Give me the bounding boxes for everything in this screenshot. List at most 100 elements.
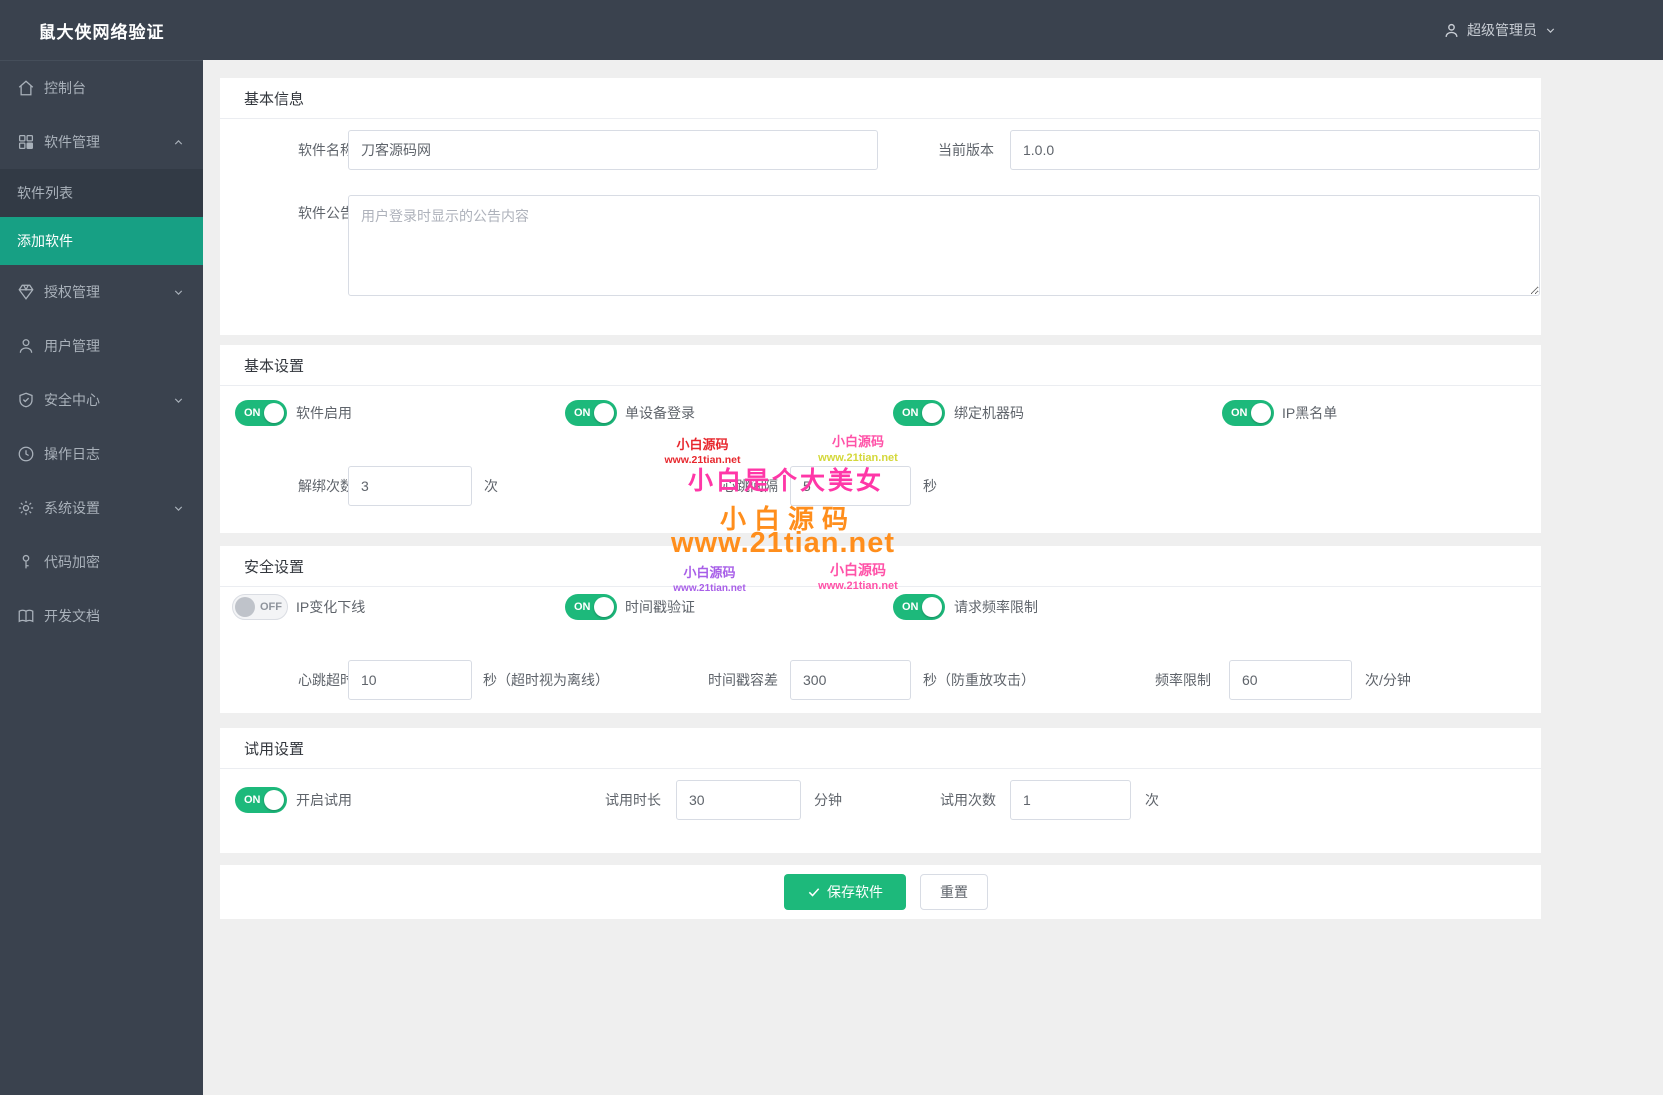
sidebar-item-operation-logs[interactable]: 操作日志 xyxy=(0,427,203,481)
screen: 鼠大侠网络验证 超级管理员 控制台 软件管理 软件列表 添加软件 授权管理 用户… xyxy=(0,0,1663,1095)
sidebar-item-label: 操作日志 xyxy=(44,446,100,462)
toggle-knob xyxy=(1251,403,1271,423)
clock-icon xyxy=(17,445,35,463)
sidebar-item-dev-docs[interactable]: 开发文档 xyxy=(0,589,203,643)
toggle-bind-machine-code[interactable]: ON xyxy=(893,400,945,426)
sidebar-item-label: 用户管理 xyxy=(44,338,100,354)
reset-button[interactable]: 重置 xyxy=(920,874,988,910)
topbar: 鼠大侠网络验证 超级管理员 xyxy=(0,0,1663,60)
basic-info-card: 基本信息 软件名称 当前版本 软件公告 xyxy=(220,78,1541,335)
timestamp-tolerance-input[interactable] xyxy=(790,660,911,700)
apps-grid-icon xyxy=(17,133,35,151)
toggle-label: 开启试用 xyxy=(296,792,352,808)
sidebar-item-system-settings[interactable]: 系统设置 xyxy=(0,481,203,535)
toggle-label: 时间戳验证 xyxy=(625,599,695,615)
sidebar-item-label: 软件管理 xyxy=(44,134,100,150)
sidebar-item-console[interactable]: 控制台 xyxy=(0,61,203,115)
trial-settings-card: 试用设置 ON 开启试用 试用时长 分钟 试用次数 次 xyxy=(220,728,1541,853)
save-software-button[interactable]: 保存软件 xyxy=(784,874,906,910)
software-name-input[interactable] xyxy=(348,130,878,170)
chevron-down-icon xyxy=(1544,24,1557,37)
key-icon xyxy=(17,553,35,571)
sidebar-item-label: 授权管理 xyxy=(44,284,100,300)
trial-duration-label: 试用时长 xyxy=(605,792,661,808)
sidebar-item-label: 安全中心 xyxy=(44,392,100,408)
divider xyxy=(220,118,1541,119)
unbind-times-input[interactable] xyxy=(348,466,472,506)
heartbeat-interval-input[interactable] xyxy=(790,466,911,506)
sidebar-item-security-center[interactable]: 安全中心 xyxy=(0,373,203,427)
rate-limit-label: 频率限制 xyxy=(1155,672,1211,688)
section-title: 安全设置 xyxy=(244,559,305,576)
gear-icon xyxy=(17,499,35,517)
current-version-input[interactable] xyxy=(1010,130,1540,170)
toggle-knob xyxy=(594,597,614,617)
person-icon xyxy=(17,337,35,355)
sidebar-item-code-encryption[interactable]: 代码加密 xyxy=(0,535,203,589)
trial-times-label: 试用次数 xyxy=(940,792,996,808)
sidebar-item-label: 系统设置 xyxy=(44,500,100,516)
toggle-timestamp-verification[interactable]: ON xyxy=(565,594,617,620)
chevron-up-icon xyxy=(172,136,185,149)
section-title: 基本设置 xyxy=(244,358,305,375)
check-icon xyxy=(807,885,821,899)
user-icon xyxy=(1443,22,1460,39)
toggle-label: 单设备登录 xyxy=(625,405,695,421)
heartbeat-timeout-label: 心跳超时 xyxy=(298,672,354,688)
toggle-label: 绑定机器码 xyxy=(954,405,1024,421)
user-menu[interactable]: 超级管理员 xyxy=(1443,0,1557,60)
book-icon xyxy=(17,607,35,625)
sidebar-item-label: 代码加密 xyxy=(44,554,100,570)
toggle-label: IP变化下线 xyxy=(296,599,366,615)
home-icon xyxy=(17,79,35,97)
toggle-label: IP黑名单 xyxy=(1282,405,1338,421)
security-settings-card: 安全设置 OFF IP变化下线 ON 时间戳验证 ON 请求频率限制 心跳超时 … xyxy=(220,546,1541,713)
sidebar-item-software-management[interactable]: 软件管理 xyxy=(0,115,203,169)
heartbeat-timeout-input[interactable] xyxy=(348,660,472,700)
trial-duration-input[interactable] xyxy=(676,780,801,820)
toggle-knob xyxy=(264,403,284,423)
toggle-knob xyxy=(922,403,942,423)
sidebar: 控制台 软件管理 软件列表 添加软件 授权管理 用户管理 安全中心 操作日志 系… xyxy=(0,60,203,1095)
sidebar-item-license-management[interactable]: 授权管理 xyxy=(0,265,203,319)
toggle-request-rate-limit[interactable]: ON xyxy=(893,594,945,620)
heartbeat-interval-suffix: 秒 xyxy=(923,478,937,494)
sidebar-item-add-software[interactable]: 添加软件 xyxy=(0,217,203,265)
chevron-down-icon xyxy=(172,394,185,407)
sidebar-item-label: 开发文档 xyxy=(44,608,100,624)
sidebar-item-user-management[interactable]: 用户管理 xyxy=(0,319,203,373)
sidebar-item-label: 添加软件 xyxy=(17,233,73,249)
rate-limit-input[interactable] xyxy=(1229,660,1352,700)
sidebar-item-label: 控制台 xyxy=(44,80,86,96)
toggle-knob xyxy=(922,597,942,617)
current-version-label: 当前版本 xyxy=(938,142,994,158)
toggle-knob xyxy=(264,790,284,810)
app-title: 鼠大侠网络验证 xyxy=(38,22,165,42)
unbind-times-label: 解绑次数 xyxy=(298,478,354,494)
sidebar-item-label: 软件列表 xyxy=(17,185,73,201)
trial-times-suffix: 次 xyxy=(1145,792,1159,808)
timestamp-tolerance-suffix: 秒（防重放攻击） xyxy=(923,672,1035,688)
unbind-times-suffix: 次 xyxy=(484,478,498,494)
toggle-enable-trial[interactable]: ON xyxy=(235,787,287,813)
shield-check-icon xyxy=(17,391,35,409)
divider xyxy=(220,586,1541,587)
basic-settings-card: 基本设置 ON 软件启用 ON 单设备登录 ON 绑定机器码 ON IP黑名单 … xyxy=(220,345,1541,533)
announcement-textarea[interactable] xyxy=(348,195,1540,296)
toggle-label: 软件启用 xyxy=(296,405,352,421)
heartbeat-timeout-suffix: 秒（超时视为离线） xyxy=(483,672,609,688)
toggle-ip-blacklist[interactable]: ON xyxy=(1222,400,1274,426)
toggle-label: 请求频率限制 xyxy=(954,599,1038,615)
software-name-label: 软件名称 xyxy=(298,142,354,158)
trial-times-input[interactable] xyxy=(1010,780,1131,820)
sidebar-item-software-list[interactable]: 软件列表 xyxy=(0,169,203,217)
toggle-software-enabled[interactable]: ON xyxy=(235,400,287,426)
actions-card: 保存软件 重置 xyxy=(220,865,1541,919)
toggle-ip-change-offline[interactable]: OFF xyxy=(232,594,288,620)
divider xyxy=(220,768,1541,769)
rate-limit-suffix: 次/分钟 xyxy=(1365,672,1411,688)
chevron-down-icon xyxy=(172,502,185,515)
trial-duration-suffix: 分钟 xyxy=(814,792,842,808)
divider xyxy=(220,385,1541,386)
toggle-single-device-login[interactable]: ON xyxy=(565,400,617,426)
